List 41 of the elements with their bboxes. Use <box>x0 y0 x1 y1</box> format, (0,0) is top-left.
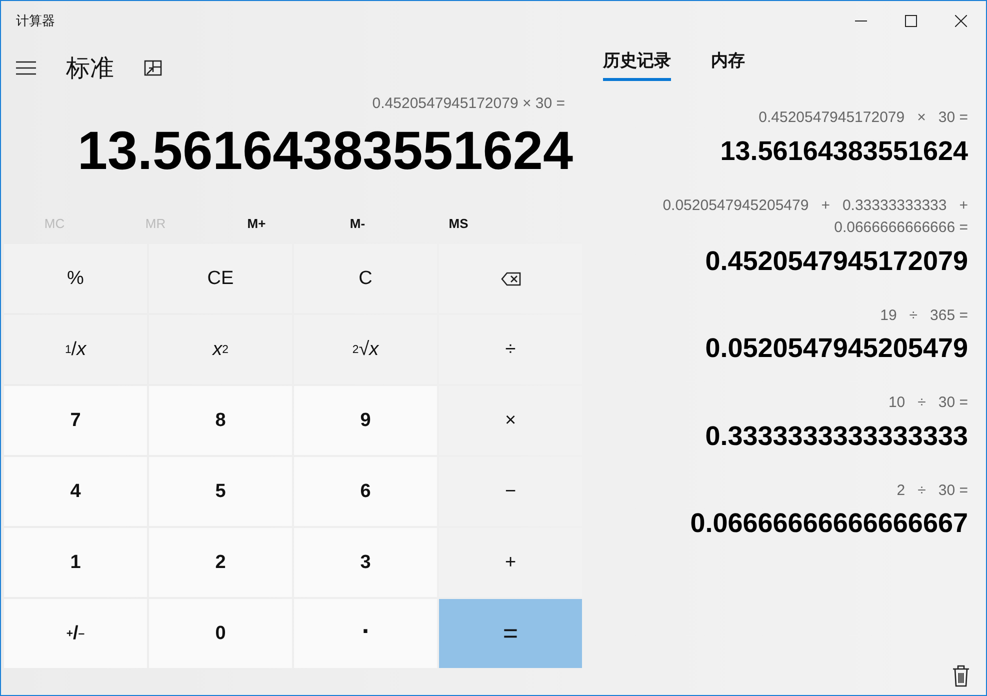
calculator-key[interactable]: . <box>294 599 437 668</box>
calculator-key[interactable]: x$^{2}$ <box>149 315 292 384</box>
calculator-key[interactable]: 3 <box>294 528 437 597</box>
calculator-key[interactable]: 8 <box>149 386 292 455</box>
calculator-key[interactable]: 2 <box>149 528 292 597</box>
history-result[interactable]: 0.0520547945205479 <box>705 333 968 364</box>
mode-title: 标准 <box>66 54 114 84</box>
calculator-key[interactable]: 7 <box>4 386 147 455</box>
history-expression: 10 ÷ 30 = <box>888 393 968 413</box>
calculator-key[interactable]: 6 <box>294 457 437 526</box>
history-expression: 0.4520547945172079 × 30 = <box>758 108 968 128</box>
calculator-key[interactable]: $^{1}$/x <box>4 315 147 384</box>
menu-icon[interactable] <box>16 61 36 75</box>
panel-tab[interactable]: 历史记录 <box>603 49 671 81</box>
calculator-key[interactable]: $^{2}$√x <box>294 315 437 384</box>
calculator-key[interactable]: C <box>294 244 437 313</box>
history-expression: 0.0520547945205479 + 0.33333333333 + 0.0666666666666 = <box>662 196 968 238</box>
calculator-key[interactable]: 4 <box>4 457 147 526</box>
calculator-key[interactable]: 1 <box>4 528 147 597</box>
calculator-key[interactable]: = <box>439 599 582 668</box>
memory-button[interactable]: M- <box>307 216 408 230</box>
history-result[interactable]: 13.56164383551624 <box>720 136 968 166</box>
trash-icon[interactable] <box>952 665 970 687</box>
memory-button[interactable]: MS <box>408 216 509 230</box>
calculator-key[interactable]: 0 <box>149 599 292 668</box>
calculator-key[interactable]: CE <box>149 244 292 313</box>
history-result[interactable]: 0.06666666666666667 <box>690 508 968 539</box>
calculator-key[interactable]: % <box>4 244 147 313</box>
history-expression: 19 ÷ 365 = <box>880 306 968 326</box>
keep-on-top-icon[interactable] <box>144 60 162 76</box>
panel-tab[interactable]: 内存 <box>711 49 745 81</box>
history-expression: 2 ÷ 30 = <box>896 480 968 500</box>
result-display: 13.56164383551624 <box>77 120 573 182</box>
window-title: 计算器 <box>16 12 55 30</box>
history-result[interactable]: 0.4520547945172079 <box>705 246 968 276</box>
history-result[interactable]: 0.3333333333333333 <box>705 420 968 452</box>
memory-button[interactable]: M+ <box>206 216 307 230</box>
backspace-icon <box>500 272 520 286</box>
calculator-key[interactable]: 5 <box>149 457 292 526</box>
expression-text: 0.4520547945172079 × 30 = <box>372 95 565 112</box>
calculator-key[interactable]: 9 <box>294 386 437 455</box>
